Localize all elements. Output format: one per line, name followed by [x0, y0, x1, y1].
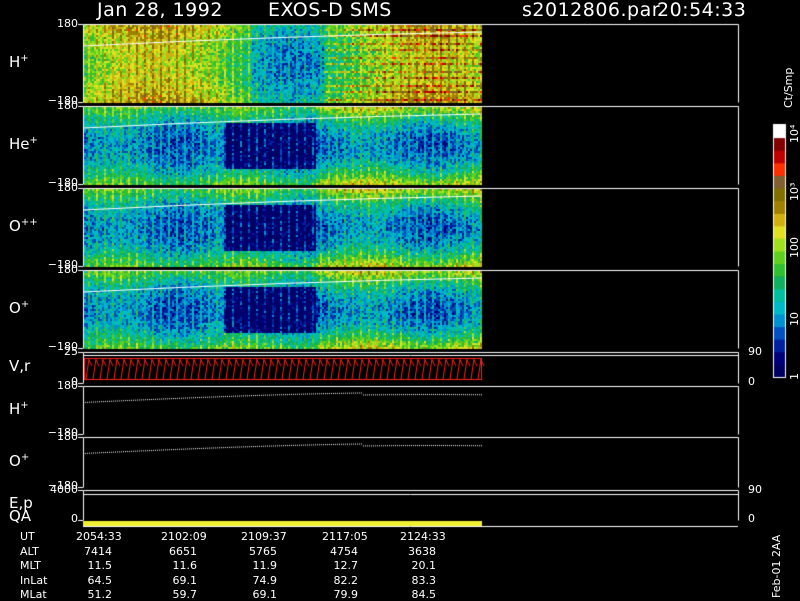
spectrogram-canvas [0, 0, 800, 600]
